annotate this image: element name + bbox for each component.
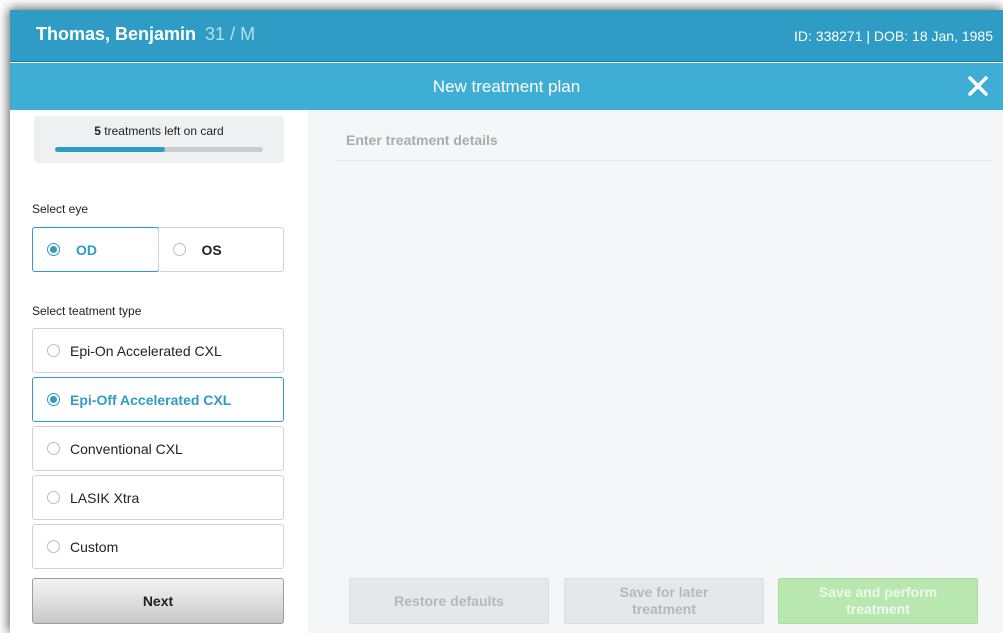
sidebar: 5 treatments left on card Select eye OD … bbox=[10, 110, 308, 633]
eye-selector: OD OS bbox=[32, 227, 284, 272]
restore-defaults-button[interactable]: Restore defaults bbox=[349, 578, 549, 624]
card-status: 5 treatments left on card bbox=[34, 116, 284, 163]
radio-icon bbox=[47, 393, 60, 406]
page-title: New treatment plan bbox=[432, 77, 581, 96]
patient-name: Thomas, Benjamin 31 / M bbox=[36, 24, 255, 45]
radio-icon bbox=[47, 491, 60, 504]
eye-option-label: OD bbox=[76, 241, 97, 258]
card-progress-bar bbox=[55, 147, 263, 152]
treatments-left-label: treatments left on card bbox=[100, 124, 224, 138]
radio-icon bbox=[47, 540, 60, 553]
treatment-option-label: Custom bbox=[70, 538, 119, 555]
radio-icon bbox=[47, 243, 60, 256]
patient-name-text: Thomas, Benjamin bbox=[36, 24, 197, 44]
eye-option-od[interactable]: OD bbox=[32, 227, 159, 272]
save-for-later-label: Save for later treatment bbox=[619, 584, 709, 617]
patient-ids: ID: 338271 | DOB: 18 Jan, 1985 bbox=[794, 28, 993, 44]
treatment-details-panel: Enter treatment details Restore defaults… bbox=[308, 110, 1003, 633]
radio-icon bbox=[172, 243, 186, 256]
save-and-perform-button[interactable]: Save and perform treatment bbox=[778, 578, 978, 624]
next-button[interactable]: Next bbox=[32, 578, 284, 624]
treatment-option-conventional[interactable]: Conventional CXL bbox=[32, 426, 284, 471]
select-treatment-type-label: Select teatment type bbox=[32, 304, 142, 318]
radio-icon bbox=[47, 442, 60, 455]
card-progress-fill bbox=[55, 147, 166, 152]
close-icon[interactable] bbox=[967, 75, 989, 97]
treatment-option-label: Conventional CXL bbox=[70, 440, 183, 457]
eye-option-label: OS bbox=[201, 241, 222, 258]
patient-age-sex: 31 / M bbox=[205, 24, 256, 44]
treatment-option-epi-on[interactable]: Epi-On Accelerated CXL bbox=[32, 328, 284, 373]
treatment-option-label: Epi-On Accelerated CXL bbox=[70, 342, 222, 359]
treatment-option-epi-off[interactable]: Epi-Off Accelerated CXL bbox=[32, 377, 284, 422]
treatment-option-custom[interactable]: Custom bbox=[32, 524, 284, 569]
eye-option-os[interactable]: OS bbox=[157, 228, 284, 271]
radio-icon bbox=[47, 344, 60, 357]
treatment-details-heading: Enter treatment details bbox=[346, 132, 498, 148]
card-status-text: 5 treatments left on card bbox=[34, 124, 284, 138]
treatment-option-label: Epi-Off Accelerated CXL bbox=[70, 391, 232, 408]
select-eye-label: Select eye bbox=[32, 202, 89, 216]
treatment-option-lasik-xtra[interactable]: LASIK Xtra bbox=[32, 475, 284, 520]
title-bar: New treatment plan bbox=[10, 63, 1003, 110]
treatment-option-label: LASIK Xtra bbox=[70, 489, 140, 506]
app-screen: Thomas, Benjamin 31 / M ID: 338271 | DOB… bbox=[10, 10, 1003, 633]
divider bbox=[336, 160, 993, 161]
treatment-type-list: Epi-On Accelerated CXL Epi-Off Accelerat… bbox=[32, 328, 284, 573]
patient-header: Thomas, Benjamin 31 / M ID: 338271 | DOB… bbox=[10, 10, 1003, 62]
save-for-later-button[interactable]: Save for later treatment bbox=[564, 578, 764, 624]
treatments-count: 5 bbox=[94, 124, 101, 138]
save-and-perform-label: Save and perform treatment bbox=[818, 584, 938, 617]
